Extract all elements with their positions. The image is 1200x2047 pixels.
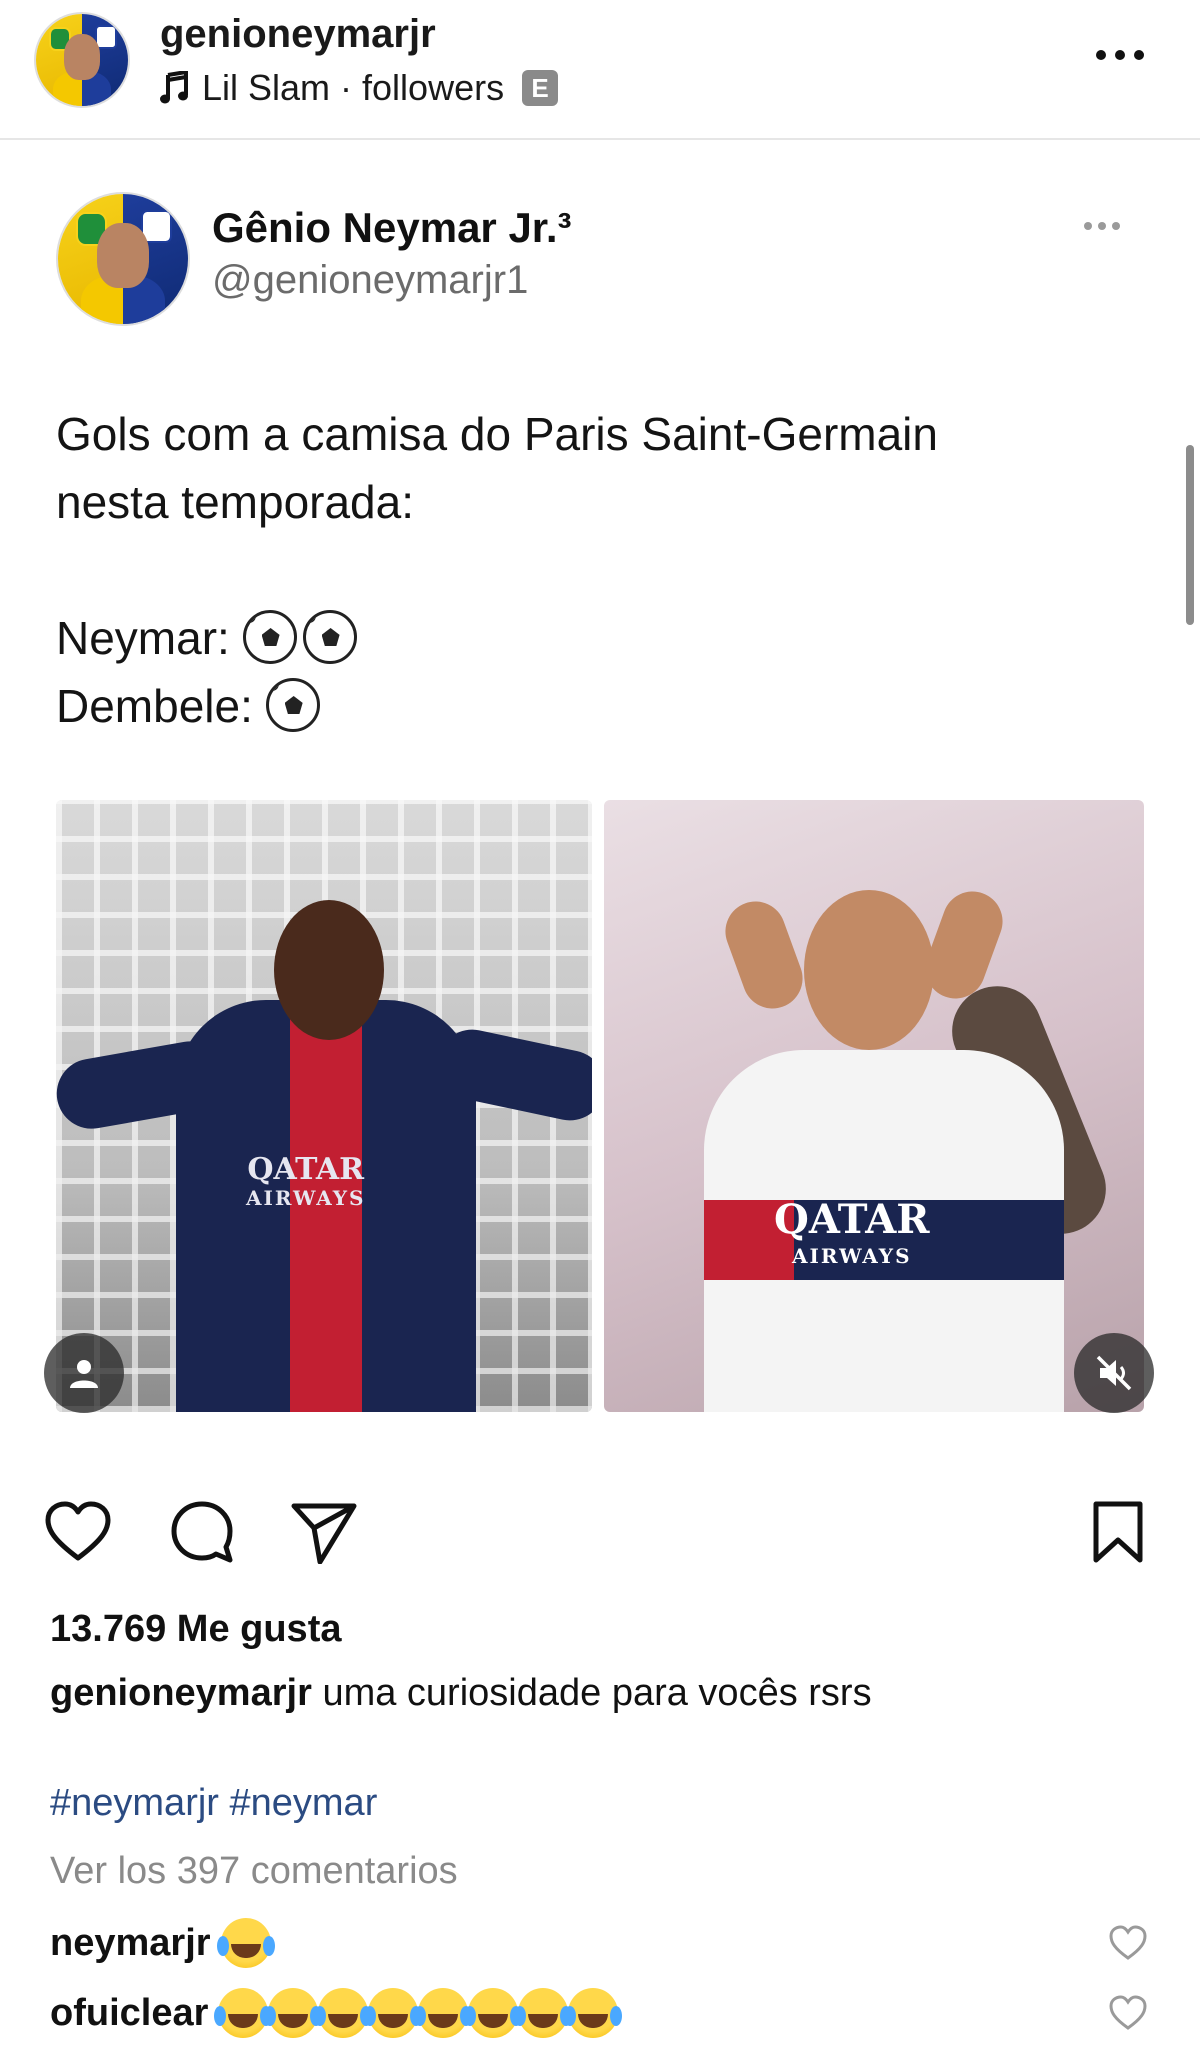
dembele-label: Dembele: xyxy=(56,680,253,732)
speaker-off-icon xyxy=(1096,1355,1132,1391)
comment-username[interactable]: ofuiclear xyxy=(50,1992,208,2035)
tweet-line-blank: ​ xyxy=(56,536,1096,604)
crying-laughing-emoji-icon xyxy=(364,1988,419,2038)
dembele-goals-line: Dembele: xyxy=(56,672,1096,740)
tweet-line: nesta temporada: xyxy=(56,476,415,528)
post-header: genioneymarjr Lil Slam · followers E xyxy=(0,0,1200,140)
crying-laughing-emoji-icon xyxy=(514,1988,569,2038)
comment-username[interactable]: neymarjr xyxy=(50,1922,211,1965)
soccer-ball-icon xyxy=(302,610,357,664)
tweet-more-icon xyxy=(1084,222,1120,230)
crying-laughing-emoji-icon xyxy=(314,1988,369,2038)
bookmark-icon[interactable] xyxy=(1084,1500,1152,1564)
music-note-icon xyxy=(160,71,188,104)
crying-laughing-emoji-icon xyxy=(414,1988,469,2038)
music-label: Lil Slam · followers xyxy=(202,67,505,108)
tweet-avatar xyxy=(56,192,190,326)
explicit-badge: E xyxy=(522,70,559,106)
sponsor-top: QATAR xyxy=(247,1152,365,1187)
crying-laughing-emoji-icon xyxy=(564,1988,619,2038)
comment-like-heart-icon[interactable] xyxy=(1108,1994,1148,2032)
tweet-display-name: Gênio Neymar Jr.³ xyxy=(212,204,572,251)
user-silhouette-icon xyxy=(70,1360,98,1388)
avatar-face xyxy=(63,34,101,81)
photo-neymar[interactable]: QATAR AIRWAYS xyxy=(604,800,1144,1412)
crying-laughing-emoji-icon xyxy=(216,1918,271,1968)
jersey-sponsor: QATAR AIRWAYS xyxy=(774,1200,930,1274)
tweet-text: Gols com a camisa do Paris Saint-Germain… xyxy=(56,400,1096,740)
likes-count[interactable]: 13.769 Me gusta xyxy=(50,1608,341,1651)
neymar-goal-icons xyxy=(242,610,363,664)
crying-laughing-emoji-icon xyxy=(264,1988,319,2038)
profile-avatar[interactable] xyxy=(34,12,130,108)
comment-row: ofuiclear xyxy=(50,1988,619,2038)
post-actions xyxy=(44,1500,1154,1564)
player-hand xyxy=(716,893,812,1017)
jersey-sponsor: QATAR AIRWAYS xyxy=(246,1155,366,1212)
user-tag-icon[interactable] xyxy=(44,1333,124,1413)
comment-emojis xyxy=(214,1988,619,2038)
music-attribution[interactable]: Lil Slam · followers E xyxy=(160,66,559,110)
tweet-line: Gols com a camisa do Paris Saint-Germain xyxy=(56,408,938,460)
neymar-goals-line: Neymar: xyxy=(56,604,1096,672)
comment-like-heart-icon[interactable] xyxy=(1108,1924,1148,1962)
neymar-label: Neymar: xyxy=(56,612,230,664)
view-comments-link[interactable]: Ver los 397 comentarios xyxy=(50,1850,458,1893)
sponsor-bottom: AIRWAYS xyxy=(792,1244,912,1268)
hashtags-link[interactable]: #neymarjr #neymar xyxy=(50,1782,377,1825)
caption-username[interactable]: genioneymarjr xyxy=(50,1672,312,1714)
post-caption: genioneymarjr uma curiosidade para vocês… xyxy=(50,1672,1150,1715)
soccer-ball-icon xyxy=(242,610,297,664)
soccer-ball-icon xyxy=(265,678,320,732)
send-icon[interactable] xyxy=(290,1500,358,1564)
heart-icon[interactable] xyxy=(44,1500,112,1564)
tweet-handle: @genioneymarjr1 xyxy=(212,258,529,302)
crying-laughing-emoji-icon xyxy=(464,1988,519,2038)
crying-laughing-emoji-icon xyxy=(214,1988,269,2038)
scrollbar[interactable] xyxy=(1186,445,1194,625)
dembele-goal-icons xyxy=(265,678,326,732)
caption-text: uma curiosidade para vocês rsrs xyxy=(322,1672,872,1714)
sponsor-bottom: AIRWAYS xyxy=(246,1186,366,1210)
sponsor-top: QATAR xyxy=(774,1196,930,1243)
comment-emojis xyxy=(216,1918,271,1968)
muted-speaker-icon[interactable] xyxy=(1074,1333,1154,1413)
comment-row: neymarjr xyxy=(50,1918,271,1968)
player-head xyxy=(274,900,384,1040)
photo-dembele[interactable]: QATAR AIRWAYS xyxy=(56,800,592,1412)
more-horizontal-icon[interactable] xyxy=(1090,40,1150,70)
comment-icon[interactable] xyxy=(168,1500,236,1564)
avatar-face xyxy=(97,222,149,288)
post-username[interactable]: genioneymarjr xyxy=(160,12,436,57)
player-head xyxy=(804,890,934,1050)
